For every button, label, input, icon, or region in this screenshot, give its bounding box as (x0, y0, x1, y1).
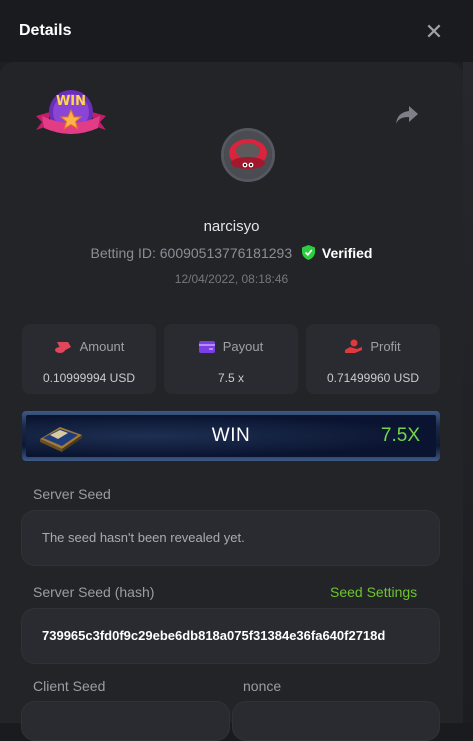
amount-card: Amount 0.10999994 USD (22, 324, 156, 394)
betting-id-value: 600905137761812​93 (159, 245, 293, 261)
close-icon[interactable]: ✕ (424, 21, 444, 43)
result-label: WIN (211, 425, 251, 446)
details-modal: Details ✕ WIN narcisyo Betting ID: 60090… (0, 0, 463, 741)
avatar (221, 128, 275, 182)
nonce-label: nonce (243, 678, 282, 694)
verified-label: Verified (321, 245, 373, 261)
result-banner: WIN 7.5X (22, 411, 440, 461)
payout-label: Payout (222, 339, 264, 354)
server-seed-hash-label: Server Seed (hash) (33, 584, 155, 600)
modal-title: Details (19, 22, 72, 39)
amount-value: 0.10999994 USD (42, 371, 136, 385)
payout-card: Payout 7.5 x (164, 324, 298, 394)
client-seed-label: Client Seed (33, 678, 106, 694)
verified-shield-icon (302, 245, 316, 260)
background-strip (463, 62, 473, 723)
profit-label: Profit (370, 339, 401, 354)
wallet-icon (198, 341, 215, 353)
share-icon[interactable] (394, 104, 420, 126)
modal-header: Details ✕ (0, 0, 463, 62)
betting-id-label: Betting ID: (90, 245, 156, 261)
profit-value: 0.71499960 USD (326, 371, 420, 385)
server-seed-field[interactable]: The seed hasn't been revealed yet. (21, 510, 440, 566)
betting-id-line: Betting ID: 600905137761812​93 Verified (0, 245, 463, 261)
client-seed-field[interactable] (21, 701, 230, 741)
server-seed-hash-value: 739965c3fd0f9c29ebe6db818a075f31384e36fa… (42, 628, 386, 643)
server-seed-value: The seed hasn't been revealed yet. (42, 530, 245, 545)
profit-hand-icon (345, 339, 363, 353)
server-seed-label: Server Seed (33, 486, 111, 502)
result-multiplier: 7.5X (380, 425, 420, 446)
win-badge-icon: WIN (36, 90, 106, 134)
server-seed-hash-field[interactable]: 739965c3fd0f9c29ebe6db818a075f31384e36fa… (21, 608, 440, 664)
username: narcisyo (203, 218, 260, 235)
coins-icon (54, 342, 71, 353)
nonce-field[interactable] (232, 701, 440, 741)
bet-date: 12/04/2022, 08:18:46 (174, 272, 289, 286)
seed-settings-link[interactable]: Seed Settings (330, 584, 417, 600)
profit-card: Profit 0.71499960 USD (306, 324, 440, 394)
payout-value: 7.5 x (217, 371, 244, 385)
svg-text:WIN: WIN (56, 94, 86, 109)
avatar-image (224, 131, 272, 179)
amount-label: Amount (79, 339, 125, 354)
